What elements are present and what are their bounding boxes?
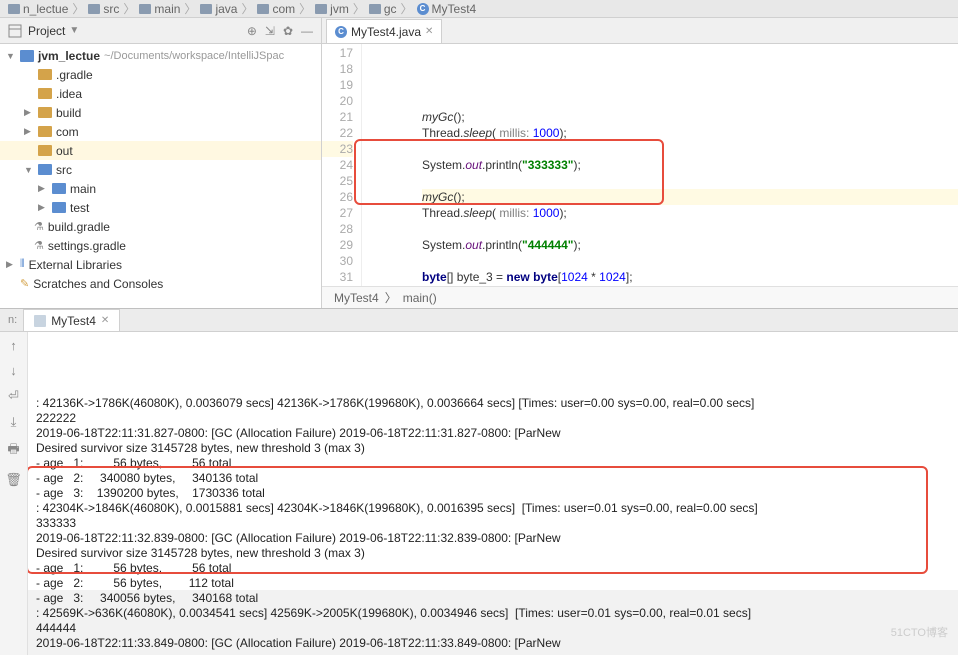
breadcrumb-bar: n_lectue〉 src〉 main〉 java〉 com〉 jvm〉 gc〉… — [0, 0, 958, 18]
console-toolbar: ↑ ↓ ⏎ ⤓ 🖶 🗑 — [0, 332, 28, 655]
breadcrumb-item[interactable]: java — [200, 2, 237, 16]
breadcrumb-item[interactable]: CMyTest4 — [417, 2, 477, 16]
project-panel: Project ▼ ⊕ ⇲ ✿ — ▼ jvm_lectue ~/Documen… — [0, 18, 322, 308]
breadcrumb-item[interactable]: n_lectue — [8, 2, 68, 16]
tree-folder[interactable]: ▶com — [0, 122, 321, 141]
tree-folder[interactable]: ▶build — [0, 103, 321, 122]
trash-icon[interactable]: 🗑 — [5, 472, 22, 488]
tree-folder[interactable]: out — [0, 141, 321, 160]
folder-icon — [38, 88, 52, 99]
close-icon[interactable]: ✕ — [425, 26, 433, 37]
hide-icon[interactable]: — — [301, 24, 313, 38]
breadcrumb-item[interactable]: src — [88, 2, 119, 16]
editor-tab[interactable]: C MyTest4.java ✕ — [326, 19, 442, 43]
editor-tab-bar: C MyTest4.java ✕ — [322, 18, 958, 44]
project-view-icon — [8, 24, 22, 38]
scroll-end-icon[interactable]: ⤓ — [11, 414, 17, 430]
console-tab-bar: n: MyTest4 ✕ — [0, 309, 958, 332]
console-tab[interactable]: MyTest4 ✕ — [23, 309, 120, 331]
breadcrumb-item[interactable]: main — [139, 2, 180, 16]
folder-icon — [38, 107, 52, 118]
tree-folder[interactable]: ▶main — [0, 179, 321, 198]
chevron-down-icon[interactable]: ▼ — [69, 25, 79, 36]
run-label: n: — [8, 314, 23, 326]
gear-icon[interactable]: ✿ — [283, 24, 293, 38]
print-icon[interactable]: 🖶 — [7, 440, 19, 462]
editor-panel: C MyTest4.java ✕ 17181920212223242526272… — [322, 18, 958, 308]
gutter: 1718192021222324252627282930313233 — [322, 44, 362, 286]
close-icon[interactable]: ✕ — [101, 315, 109, 326]
tree-folder[interactable]: .gradle — [0, 65, 321, 84]
run-config-icon — [34, 315, 46, 327]
down-icon[interactable]: ↓ — [10, 363, 17, 378]
code-area[interactable]: myGc();Thread.sleep( millis: 1000);Syste… — [362, 44, 958, 286]
gradle-icon: ⚗ — [34, 220, 44, 233]
external-libraries[interactable]: ▶⫴External Libraries — [0, 255, 321, 274]
scratches-icon: ✎ — [20, 277, 29, 290]
folder-icon — [38, 145, 52, 156]
console-panel: n: MyTest4 ✕ ↑ ↓ ⏎ ⤓ 🖶 🗑 51CTO博客 : 42136… — [0, 308, 958, 590]
editor-status-bar: MyTest4 〉 main() — [322, 286, 958, 308]
gradle-icon: ⚗ — [34, 239, 44, 252]
up-icon[interactable]: ↑ — [10, 338, 17, 353]
breadcrumb-item[interactable]: gc — [369, 2, 397, 16]
tree-folder[interactable]: ▼src — [0, 160, 321, 179]
libraries-icon: ⫴ — [20, 258, 25, 271]
editor-body[interactable]: 1718192021222324252627282930313233 myGc(… — [322, 44, 958, 286]
folder-icon — [38, 69, 52, 80]
console-output[interactable]: 51CTO博客 : 42136K->1786K(46080K), 0.00360… — [28, 332, 958, 655]
project-tree[interactable]: ▼ jvm_lectue ~/Documents/workspace/Intel… — [0, 44, 321, 308]
tree-folder[interactable]: .idea — [0, 84, 321, 103]
soft-wrap-icon[interactable]: ⏎ — [8, 388, 19, 404]
tree-file[interactable]: ⚗build.gradle — [0, 217, 321, 236]
expand-icon[interactable]: ⇲ — [265, 24, 275, 38]
class-icon: C — [335, 26, 347, 38]
folder-icon — [52, 183, 66, 194]
project-panel-header: Project ▼ ⊕ ⇲ ✿ — — [0, 18, 321, 44]
project-panel-title[interactable]: Project — [28, 24, 65, 38]
breadcrumb-item[interactable]: jvm — [315, 2, 349, 16]
folder-icon — [38, 126, 52, 137]
status-class[interactable]: MyTest4 — [334, 291, 379, 305]
tree-folder[interactable]: ▶test — [0, 198, 321, 217]
watermark: 51CTO博客 — [891, 626, 948, 641]
module-icon — [20, 50, 34, 62]
project-root[interactable]: ▼ jvm_lectue ~/Documents/workspace/Intel… — [0, 46, 321, 65]
folder-icon — [52, 202, 66, 213]
scratches[interactable]: ✎Scratches and Consoles — [0, 274, 321, 293]
breadcrumb-item[interactable]: com — [257, 2, 295, 16]
collapse-icon[interactable]: ⊕ — [247, 24, 257, 38]
tree-file[interactable]: ⚗settings.gradle — [0, 236, 321, 255]
folder-icon — [38, 164, 52, 175]
status-method[interactable]: main() — [403, 291, 437, 305]
